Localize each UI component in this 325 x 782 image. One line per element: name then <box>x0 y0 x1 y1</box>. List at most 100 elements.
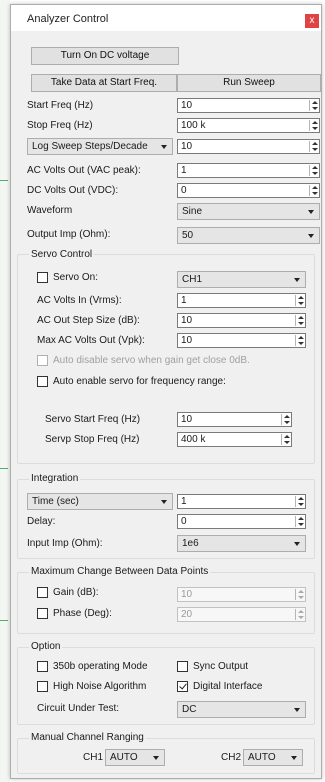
chevron-down-icon <box>153 756 159 760</box>
max-change-title: Maximum Change Between Data Points <box>29 566 211 578</box>
integration-value-spinbox[interactable]: 1 <box>177 494 306 509</box>
auto-enable-label: Auto enable servo for frequency range: <box>53 376 226 387</box>
ch2-ranging-label: CH2 <box>221 752 242 763</box>
servo-on-checkbox[interactable] <box>37 272 48 283</box>
close-icon[interactable]: x <box>305 14 319 28</box>
ch1-ranging-value: AUTO <box>110 752 138 763</box>
checkmark-icon <box>179 681 187 690</box>
start-freq-spinbox[interactable]: 10 <box>177 98 320 113</box>
auto-disable-checkbox[interactable] <box>37 355 48 366</box>
take-data-button[interactable]: Take Data at Start Freq. <box>31 74 177 92</box>
background-plot-line <box>0 468 8 469</box>
spin-arrows-icon[interactable] <box>309 165 318 176</box>
spin-arrows-icon[interactable] <box>309 185 318 196</box>
spin-arrows-icon[interactable] <box>295 516 304 527</box>
title-bar[interactable]: Analyzer Control x <box>11 5 321 31</box>
servo-stop-freq-value: 400 k <box>181 434 206 445</box>
mode-350b-checkbox[interactable] <box>37 661 48 672</box>
delay-label: Delay: <box>27 516 56 527</box>
stop-freq-spinbox[interactable]: 100 k <box>177 118 320 133</box>
dc-volts-out-value: 0 <box>181 185 187 196</box>
digital-interface-label: Digital Interface <box>193 681 263 692</box>
sweep-mode-value: Log Sweep Steps/Decade <box>32 141 148 152</box>
servo-stop-freq-label: Servp Stop Freq (Hz) <box>45 434 140 445</box>
input-imp-dropdown[interactable]: 1e6 <box>177 535 306 552</box>
servo-channel-value: CH1 <box>182 274 203 285</box>
auto-disable-label: Auto disable servo when gain get close 0… <box>53 355 250 366</box>
gain-checkbox[interactable] <box>37 587 48 598</box>
delay-value: 0 <box>181 516 187 527</box>
spin-arrows-icon[interactable] <box>295 295 304 306</box>
delay-spinbox[interactable]: 0 <box>177 514 306 529</box>
output-imp-label: Output Imp (Ohm): <box>27 229 111 240</box>
circuit-under-test-label: Circuit Under Test: <box>37 703 120 714</box>
chevron-down-icon <box>161 500 167 504</box>
max-ac-volts-spinbox[interactable]: 10 <box>177 333 306 348</box>
chevron-down-icon <box>294 708 300 712</box>
servo-start-freq-spinbox[interactable]: 10 <box>177 412 292 427</box>
output-imp-value: 50 <box>182 230 194 241</box>
high-noise-label: High Noise Algorithm <box>53 681 147 692</box>
ch2-ranging-dropdown[interactable]: AUTO <box>243 749 303 766</box>
analyzer-control-window: Analyzer Control x Turn On DC voltage Ta… <box>10 4 322 779</box>
spin-arrows-icon[interactable] <box>295 335 304 346</box>
option-title: Option <box>29 641 63 653</box>
stop-freq-label: Stop Freq (Hz) <box>27 120 93 131</box>
stop-freq-value: 100 k <box>181 120 206 131</box>
input-imp-label: Input Imp (Ohm): <box>27 538 103 549</box>
ac-volts-in-label: AC Volts In (Vrms): <box>37 295 122 306</box>
background-plot-line <box>0 620 8 621</box>
spin-arrows-icon[interactable] <box>281 414 290 425</box>
channel-ranging-title: Manual Channel Ranging <box>29 732 146 744</box>
spin-arrows-icon[interactable] <box>281 434 290 445</box>
sweep-steps-spinbox[interactable]: 10 <box>177 139 320 154</box>
phase-value: 20 <box>181 609 193 620</box>
gain-spinbox[interactable]: 10 <box>177 587 306 602</box>
dc-volts-out-label: DC Volts Out (VDC): <box>27 185 119 196</box>
spin-arrows-icon[interactable] <box>309 100 318 111</box>
servo-start-freq-label: Servo Start Freq (Hz) <box>45 414 141 425</box>
spin-arrows-icon[interactable] <box>295 609 304 620</box>
sweep-mode-dropdown[interactable]: Log Sweep Steps/Decade <box>27 138 173 155</box>
dc-volts-out-spinbox[interactable]: 0 <box>177 183 320 198</box>
integration-mode-dropdown[interactable]: Time (sec) <box>27 493 173 510</box>
high-noise-checkbox[interactable] <box>37 681 48 692</box>
start-freq-label: Start Freq (Hz) <box>27 100 94 111</box>
servo-control-title: Servo Control <box>29 249 95 261</box>
circuit-under-test-dropdown[interactable]: DC <box>177 701 306 718</box>
gain-label: Gain (dB): <box>53 587 99 598</box>
ac-volts-out-spinbox[interactable]: 1 <box>177 163 320 178</box>
spin-arrows-icon[interactable] <box>295 496 304 507</box>
phase-checkbox[interactable] <box>37 608 48 619</box>
spin-arrows-icon[interactable] <box>309 120 318 131</box>
step-size-label: AC Out Step Size (dB): <box>37 315 140 326</box>
gain-value: 10 <box>181 589 193 600</box>
ch2-ranging-value: AUTO <box>248 752 276 763</box>
turn-on-dc-button[interactable]: Turn On DC voltage <box>31 47 179 65</box>
ac-volts-in-value: 1 <box>181 295 187 306</box>
input-imp-value: 1e6 <box>182 538 199 549</box>
spin-arrows-icon[interactable] <box>295 315 304 326</box>
servo-stop-freq-spinbox[interactable]: 400 k <box>177 432 292 447</box>
ac-volts-in-spinbox[interactable]: 1 <box>177 293 306 308</box>
phase-spinbox[interactable]: 20 <box>177 607 306 622</box>
chevron-down-icon <box>161 145 167 149</box>
ch1-ranging-dropdown[interactable]: AUTO <box>105 749 165 766</box>
background-plot-line <box>0 180 8 181</box>
auto-enable-checkbox[interactable] <box>37 376 48 387</box>
integration-mode-value: Time (sec) <box>32 496 79 507</box>
servo-channel-dropdown[interactable]: CH1 <box>177 271 306 288</box>
digital-interface-checkbox[interactable] <box>177 681 188 692</box>
spin-arrows-icon[interactable] <box>295 589 304 600</box>
mode-350b-label: 350b operating Mode <box>53 661 148 672</box>
run-sweep-button[interactable]: Run Sweep <box>177 74 321 92</box>
output-imp-dropdown[interactable]: 50 <box>177 227 320 244</box>
chevron-down-icon <box>308 210 314 214</box>
sync-output-checkbox[interactable] <box>177 661 188 672</box>
chevron-down-icon <box>294 542 300 546</box>
spin-arrows-icon[interactable] <box>309 141 318 152</box>
step-size-spinbox[interactable]: 10 <box>177 313 306 328</box>
ac-volts-out-value: 1 <box>181 165 187 176</box>
waveform-dropdown[interactable]: Sine <box>177 203 320 220</box>
integration-value: 1 <box>181 496 187 507</box>
